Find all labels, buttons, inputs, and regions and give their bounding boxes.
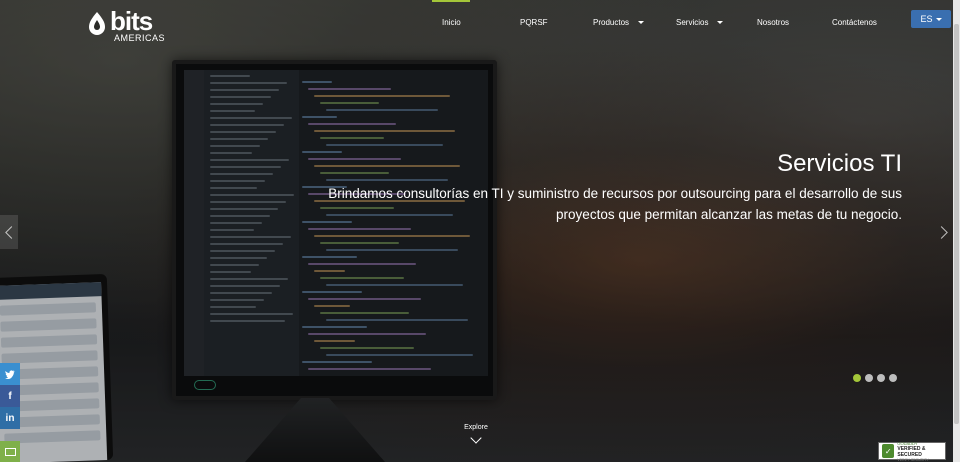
slide-description: Brindamos consultorías en TI y suministr… bbox=[328, 186, 902, 222]
mail-button[interactable] bbox=[0, 441, 20, 462]
slide-dot-1[interactable] bbox=[853, 374, 861, 382]
chevron-down-icon bbox=[717, 21, 724, 25]
nav-item-productos[interactable]: Productos bbox=[593, 18, 645, 27]
facebook-button[interactable]: f bbox=[0, 385, 20, 407]
language-selector[interactable]: ES bbox=[911, 10, 951, 28]
prev-slide-button[interactable] bbox=[0, 215, 18, 249]
chevron-down-icon bbox=[470, 432, 482, 444]
chevron-down-icon bbox=[935, 18, 942, 22]
slide-title: Servicios TI bbox=[777, 150, 902, 177]
linkedin-icon: in bbox=[5, 412, 15, 424]
twitter-button[interactable] bbox=[0, 363, 20, 385]
explore-link[interactable]: Explore bbox=[458, 424, 494, 444]
social-bar: f in bbox=[0, 363, 20, 429]
linkedin-button[interactable]: in bbox=[0, 407, 20, 429]
mail-icon bbox=[4, 447, 16, 456]
nav-item-servicios[interactable]: Servicios bbox=[676, 18, 724, 27]
badge-subtitle: VERIFY SECURITY bbox=[897, 457, 929, 462]
security-badge[interactable]: ✓ GODADDY VERIFIED & SECURED VERIFY SECU… bbox=[878, 441, 946, 462]
twitter-icon bbox=[5, 369, 15, 379]
nav-item-nosotros[interactable]: Nosotros bbox=[757, 18, 789, 27]
scrollbar-thumb[interactable] bbox=[954, 24, 959, 424]
chevron-down-icon bbox=[638, 21, 645, 25]
slide-indicators bbox=[853, 374, 897, 382]
main-nav: Inicio PQRSF Productos Servicios Nosotro… bbox=[0, 0, 960, 44]
nav-item-pqrsf[interactable]: PQRSF bbox=[520, 18, 548, 27]
next-slide-button[interactable] bbox=[934, 215, 952, 249]
nav-item-inicio[interactable]: Inicio bbox=[442, 18, 461, 27]
badge-title: VERIFIED & SECURED bbox=[897, 445, 926, 458]
chevron-left-icon bbox=[4, 225, 18, 239]
page-scrollbar[interactable] bbox=[953, 0, 960, 462]
facebook-icon: f bbox=[8, 390, 12, 402]
nav-item-contactenos[interactable]: Contáctenos bbox=[832, 18, 877, 27]
active-indicator bbox=[432, 0, 470, 2]
chevron-right-icon bbox=[934, 225, 948, 239]
slide-dot-2[interactable] bbox=[865, 374, 873, 382]
shield-check-icon: ✓ bbox=[882, 444, 895, 458]
explore-label: Explore bbox=[464, 424, 488, 431]
slide-dot-4[interactable] bbox=[889, 374, 897, 382]
slide-dot-3[interactable] bbox=[877, 374, 885, 382]
